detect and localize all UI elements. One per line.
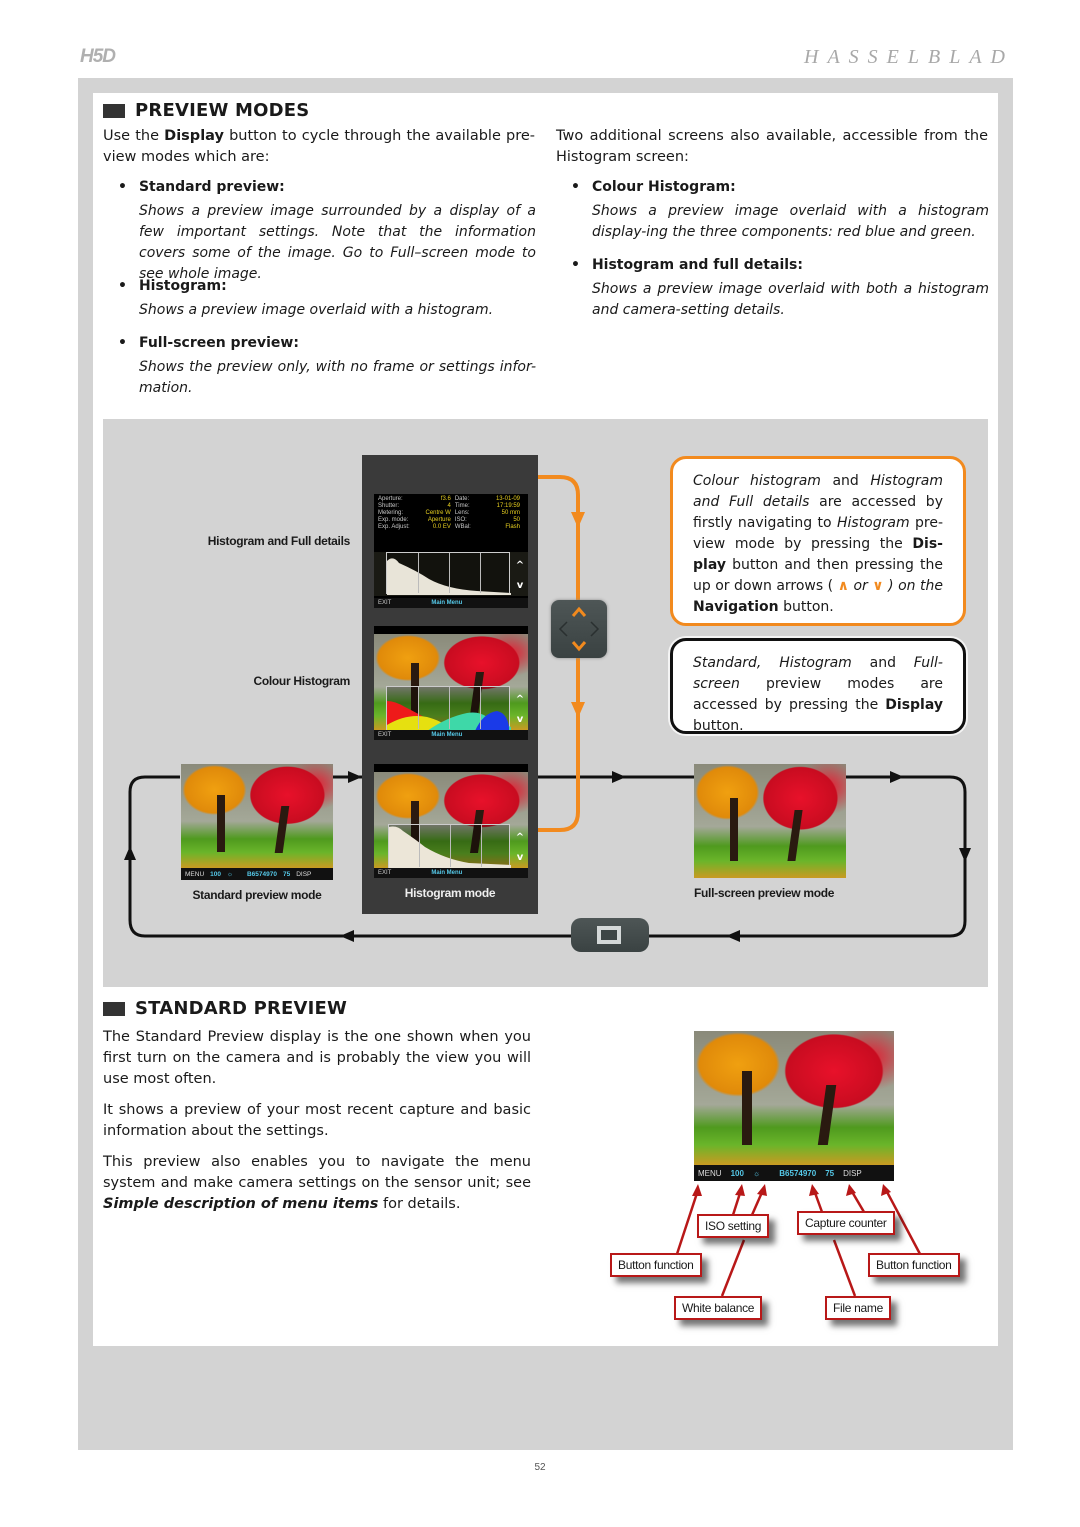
pointer-arrowhead-icon: [735, 1184, 745, 1196]
annotation-white-balance: White balance: [674, 1296, 763, 1320]
annotation-capture-counter: Capture counter: [797, 1211, 895, 1235]
pointer-arrowhead-icon: [692, 1184, 702, 1196]
annotation-pointers: [675, 1184, 922, 1297]
pointer-arrowhead-icon: [809, 1184, 819, 1196]
annotation-iso-setting: ISO setting: [697, 1214, 770, 1238]
annotation-button-function-left: Button function: [610, 1253, 702, 1277]
pointer-arrowhead-icon: [757, 1184, 767, 1196]
annotation-file-name: File name: [825, 1296, 891, 1320]
page-number: 52: [534, 1462, 546, 1473]
annotation-button-function-right: Button function: [868, 1253, 960, 1277]
